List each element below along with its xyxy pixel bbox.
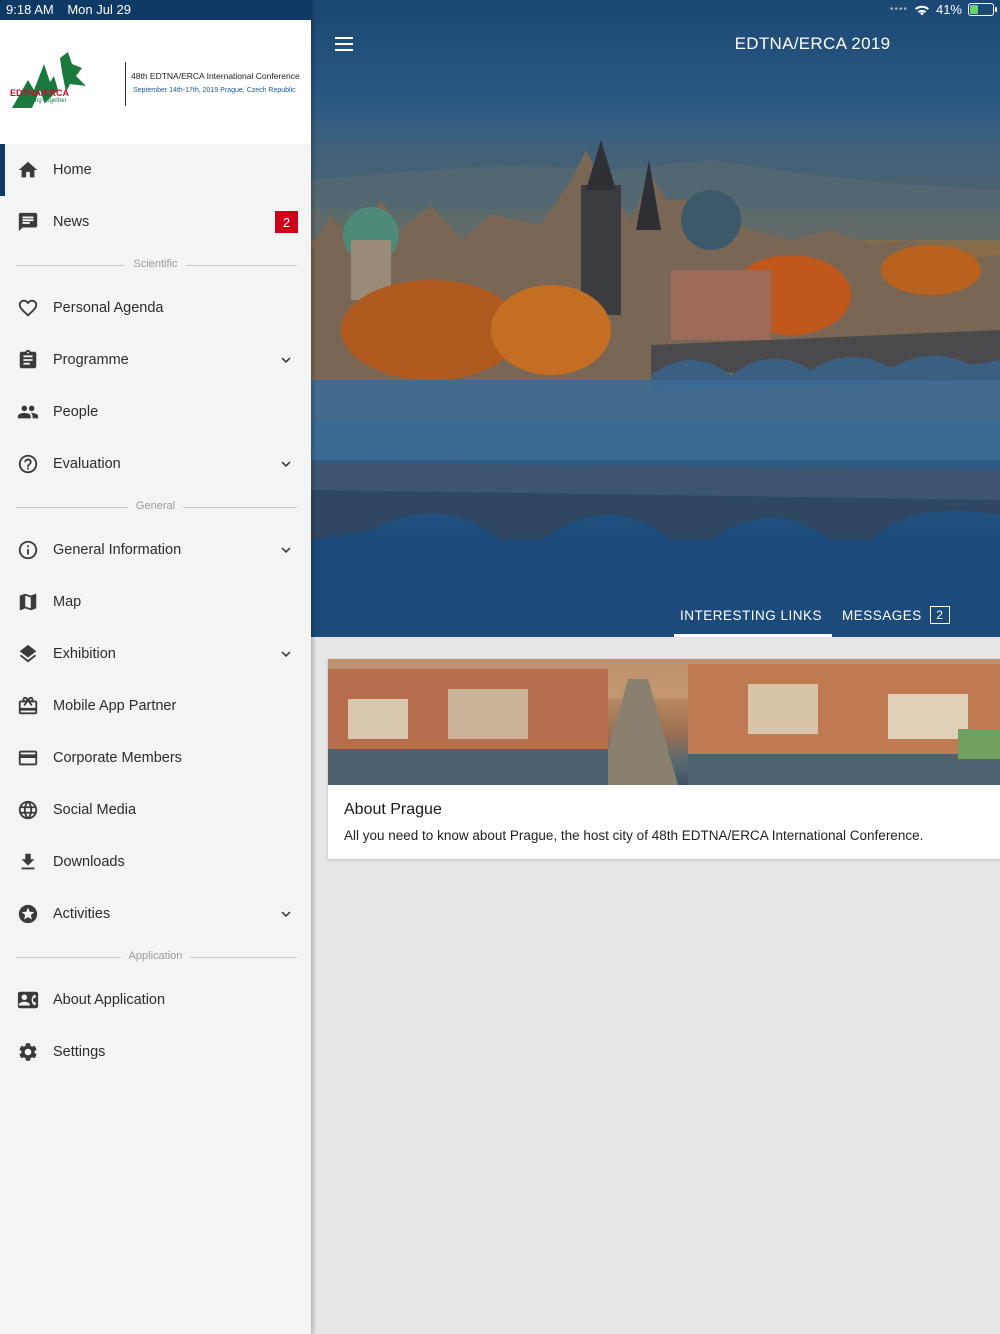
sidebar-item-mobile-app-partner[interactable]: Mobile App Partner — [0, 680, 311, 732]
edtna-logo-icon — [12, 52, 86, 108]
sidebar-item-label: News — [53, 214, 90, 230]
layers-icon — [17, 643, 39, 665]
section-label: Scientific — [125, 258, 186, 270]
gift-card-icon — [17, 695, 39, 717]
tab-bar: INTERESTING LINKS MESSAGES 2 — [670, 600, 960, 637]
info-icon — [17, 539, 39, 561]
sidebar-item-corporate-members[interactable]: Corporate Members — [0, 732, 311, 784]
chevron-down-icon[interactable] — [277, 645, 295, 663]
status-bar: 9:18 AM Mon Jul 29 •••• 41% — [0, 0, 1000, 20]
sidebar-item-label: Exhibition — [53, 646, 116, 662]
chevron-down-icon[interactable] — [277, 541, 295, 559]
section-divider: Scientific — [0, 248, 311, 282]
signal-icon: •••• — [889, 4, 908, 15]
drawer-menu: Home News 2 Scientific Personal Agenda Progra… — [0, 144, 311, 1078]
tab-messages[interactable]: MESSAGES 2 — [832, 600, 960, 637]
wifi-icon — [914, 5, 929, 15]
sidebar-item-settings[interactable]: Settings — [0, 1026, 311, 1078]
sidebar-item-about-application[interactable]: About Application — [0, 974, 311, 1026]
tab-label: INTERESTING LINKS — [680, 608, 823, 623]
card-image — [328, 659, 1000, 785]
credit-card-icon — [17, 747, 39, 769]
section-label: Application — [120, 950, 191, 962]
section-divider: Application — [0, 940, 311, 974]
help-circle-icon — [17, 453, 39, 475]
card-description: All you need to know about Prague, the h… — [344, 828, 924, 843]
sidebar-item-map[interactable]: Map — [0, 576, 311, 628]
sidebar-item-social-media[interactable]: Social Media — [0, 784, 311, 836]
conference-subtitle: September 14th-17th, 2019 Prague, Czech … — [133, 87, 296, 94]
news-count-badge: 2 — [275, 211, 298, 233]
logo-brand: EDTNA/ERCA — [10, 88, 70, 98]
sidebar-item-people[interactable]: People — [0, 386, 311, 438]
sidebar-item-label: Downloads — [53, 854, 125, 870]
sidebar-item-personal-agenda[interactable]: Personal Agenda — [0, 282, 311, 334]
sidebar-item-label: Settings — [53, 1044, 106, 1060]
map-icon — [17, 591, 39, 613]
sidebar-item-label: About Application — [53, 992, 166, 1008]
sidebar-item-label: Activities — [53, 906, 111, 922]
card-title: About Prague — [344, 801, 442, 818]
prague-skyline-image — [311, 140, 1000, 637]
sidebar-item-downloads[interactable]: Downloads — [0, 836, 311, 888]
chevron-down-icon[interactable] — [277, 905, 295, 923]
chevron-down-icon[interactable] — [277, 351, 295, 369]
sidebar-item-label: Home — [53, 162, 92, 178]
sidebar-item-label: People — [53, 404, 99, 420]
sidebar-item-label: General Information — [53, 542, 182, 558]
conference-title: 48th EDTNA/ERCA International Conference — [131, 71, 300, 81]
sidebar-item-label: Mobile App Partner — [53, 698, 177, 714]
globe-icon — [17, 799, 39, 821]
contact-card-icon — [17, 989, 39, 1011]
hero-image — [311, 0, 1000, 637]
section-label: General — [127, 500, 184, 512]
chevron-down-icon[interactable] — [277, 455, 295, 473]
status-time: 9:18 AM — [6, 2, 54, 17]
sidebar-item-general-information[interactable]: General Information — [0, 524, 311, 576]
sidebar-item-home[interactable]: Home — [0, 144, 311, 196]
tab-interesting-links[interactable]: INTERESTING LINKS — [670, 600, 833, 637]
gear-icon — [17, 1041, 39, 1063]
logo-tagline: Caring Together — [24, 98, 67, 104]
star-circle-icon — [17, 903, 39, 925]
battery-icon — [968, 3, 997, 16]
hamburger-menu-icon[interactable] — [333, 33, 355, 55]
sidebar-item-label: Map — [53, 594, 82, 610]
sidebar-item-news[interactable]: News 2 — [0, 196, 311, 248]
messages-count-badge: 2 — [929, 606, 950, 624]
page-title: EDTNA/ERCA 2019 — [734, 34, 891, 53]
sidebar-item-programme[interactable]: Programme — [0, 334, 311, 386]
home-icon — [17, 159, 39, 181]
download-icon — [17, 851, 39, 873]
sidebar-item-label: Corporate Members — [53, 750, 182, 766]
heart-icon — [17, 297, 39, 319]
sidebar-item-exhibition[interactable]: Exhibition — [0, 628, 311, 680]
people-icon — [17, 401, 39, 423]
sidebar-item-label: Personal Agenda — [53, 300, 164, 316]
section-divider: General — [0, 490, 311, 524]
sidebar-item-label: Programme — [53, 352, 129, 368]
tab-label: MESSAGES — [842, 608, 922, 623]
sidebar-item-activities[interactable]: Activities — [0, 888, 311, 940]
clipboard-icon — [17, 349, 39, 371]
chat-icon — [17, 211, 39, 233]
sidebar-item-label: Social Media — [53, 802, 137, 818]
battery-percent: 41% — [935, 2, 962, 17]
status-date: Mon Jul 29 — [67, 2, 131, 17]
navigation-drawer: EDTNA/ERCA Caring Together 48th EDTNA/ER… — [0, 0, 311, 1334]
conference-logo: EDTNA/ERCA Caring Together 48th EDTNA/ER… — [0, 20, 311, 144]
sidebar-item-evaluation[interactable]: Evaluation — [0, 438, 311, 490]
sidebar-item-label: Evaluation — [53, 456, 121, 472]
link-card-about-prague[interactable]: About Prague All you need to know about … — [328, 659, 1000, 859]
